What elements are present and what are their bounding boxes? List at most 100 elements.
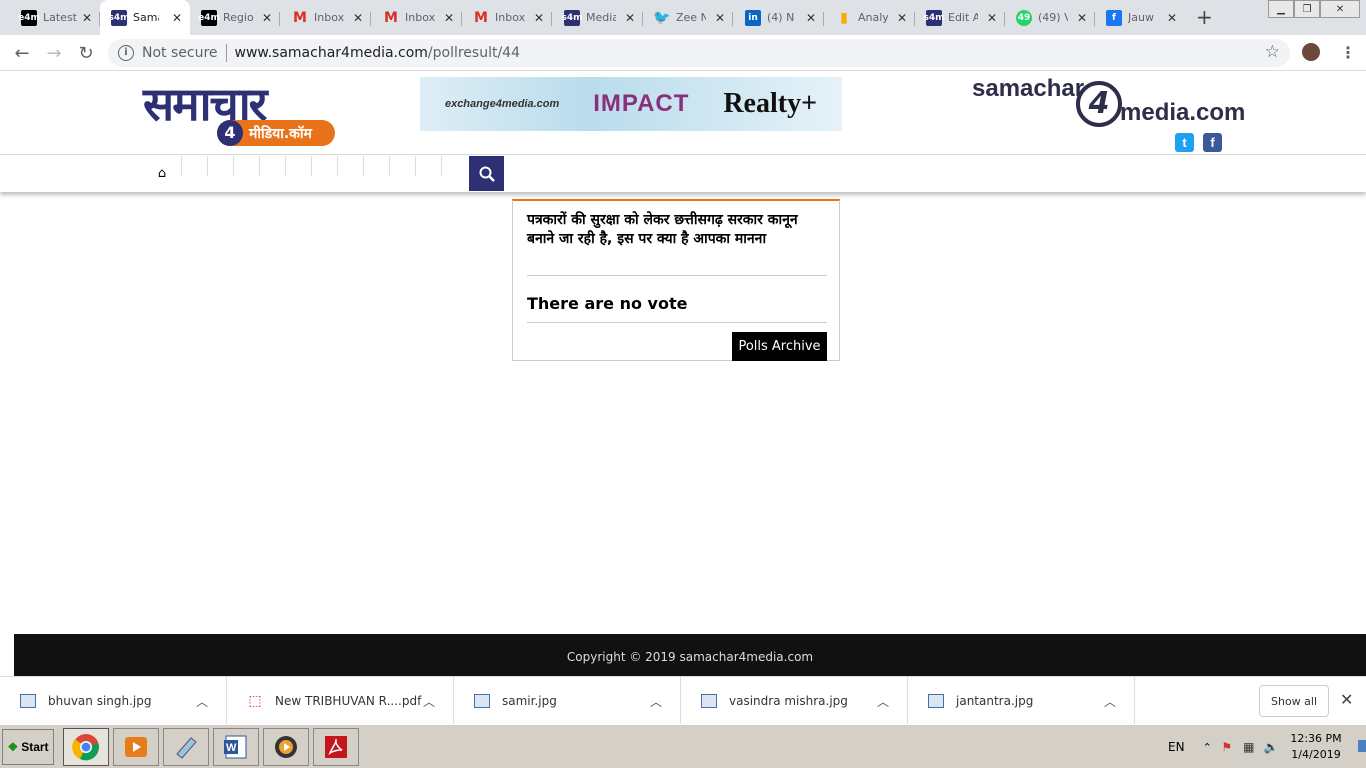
- browser-tab[interactable]: M Inbox ✕: [372, 4, 462, 31]
- close-icon[interactable]: ✕: [534, 11, 544, 25]
- notepad-taskbar-icon[interactable]: [163, 728, 209, 766]
- browser-tab[interactable]: in (4) N ✕: [734, 4, 824, 31]
- download-filename: New TRIBHUVAN R....pdf: [275, 694, 422, 708]
- download-item[interactable]: samir.jpg ︿: [454, 677, 681, 725]
- info-icon[interactable]: i: [118, 45, 134, 61]
- tab-title: (4) N: [767, 11, 795, 24]
- windows-taskbar: ❖ Start W EN ⌃ ⚑ ▦ 🔈 12:36 PM 1/4/2019: [0, 724, 1366, 768]
- poll-result-card: पत्रकारों की सुरक्षा को लेकर छत्तीसगढ़ स…: [512, 199, 840, 361]
- show-all-button[interactable]: Show all: [1259, 685, 1329, 717]
- download-item[interactable]: bhuvan singh.jpg ︿: [0, 677, 227, 725]
- copyright-text: Copyright © 2019 samachar4media.com: [566, 650, 814, 664]
- chevron-up-icon[interactable]: ︿: [877, 693, 889, 710]
- browser-tab[interactable]: M Inbox ✕: [281, 4, 371, 31]
- english-logo[interactable]: samachar 4 media.com: [970, 75, 1245, 131]
- minimize-icon[interactable]: ▁: [1268, 0, 1294, 18]
- close-icon[interactable]: ✕: [806, 11, 816, 25]
- close-icon[interactable]: ✕: [82, 11, 92, 25]
- windows-logo-icon: ❖: [7, 740, 19, 754]
- reload-icon[interactable]: ↻: [76, 43, 96, 64]
- show-desktop-icon[interactable]: [1358, 740, 1366, 752]
- address-bar[interactable]: i Not secure www.samachar4media.com /pol…: [108, 39, 1290, 67]
- whatsapp-icon: 49: [1016, 9, 1032, 26]
- browser-tab[interactable]: 49 (49) V ✕: [1005, 4, 1095, 31]
- pdf-file-icon: ⬚: [248, 693, 262, 709]
- search-button[interactable]: [469, 156, 504, 191]
- chevron-up-icon[interactable]: ︿: [650, 693, 662, 710]
- browser-tab[interactable]: s4m Media ✕: [553, 4, 643, 31]
- window-close-icon[interactable]: ✕: [1320, 0, 1360, 18]
- chevron-up-icon[interactable]: ︿: [196, 693, 208, 710]
- network-icon[interactable]: ▦: [1242, 740, 1256, 754]
- chevron-up-icon[interactable]: ︿: [423, 693, 435, 710]
- browser-tab[interactable]: 🐦 Zee N ✕: [643, 4, 733, 31]
- vlc-player-taskbar-icon[interactable]: [263, 728, 309, 766]
- image-file-icon: [474, 694, 490, 708]
- back-icon[interactable]: ←: [12, 43, 32, 64]
- hindi-logo[interactable]: समाचार मीडिया.कॉम 4: [143, 76, 338, 146]
- close-icon[interactable]: ✕: [444, 11, 454, 25]
- acrobat-taskbar-icon[interactable]: [313, 728, 359, 766]
- twitter-icon[interactable]: t: [1175, 133, 1194, 152]
- analytics-icon: ▮: [840, 9, 848, 26]
- security-label: Not secure: [142, 45, 218, 61]
- start-button[interactable]: ❖ Start: [2, 729, 54, 765]
- poll-result-text: There are no vote: [527, 294, 688, 313]
- gmail-icon: M: [293, 9, 307, 26]
- ad-banner[interactable]: exchange4media.com IMPACT Realty+: [420, 77, 842, 131]
- word-taskbar-icon[interactable]: W: [213, 728, 259, 766]
- clock[interactable]: 12:36 PM 1/4/2019: [1290, 731, 1342, 763]
- poll-question: पत्रकारों की सुरक्षा को लेकर छत्तीसगढ़ स…: [527, 212, 798, 247]
- close-icon[interactable]: ✕: [1077, 11, 1087, 25]
- svg-text:W: W: [226, 742, 237, 754]
- site-footer: Copyright © 2019 samachar4media.com: [14, 634, 1366, 676]
- browser-tab[interactable]: M Inbox ✕: [462, 4, 552, 31]
- volume-icon[interactable]: 🔈: [1264, 740, 1279, 754]
- main-nav: ⌂: [0, 156, 1366, 192]
- download-item[interactable]: ⬚ New TRIBHUVAN R....pdf ︿: [227, 677, 454, 725]
- close-icon[interactable]: ✕: [625, 11, 635, 25]
- show-hidden-icons-icon[interactable]: ⌃: [1203, 741, 1212, 754]
- download-item[interactable]: vasindra mishra.jpg ︿: [681, 677, 908, 725]
- download-item[interactable]: jantantra.jpg ︿: [908, 677, 1135, 725]
- home-icon[interactable]: ⌂: [152, 166, 172, 182]
- restore-icon[interactable]: ❐: [1294, 0, 1320, 18]
- download-filename: bhuvan singh.jpg: [48, 694, 152, 708]
- facebook-icon[interactable]: f: [1203, 133, 1222, 152]
- s4m-favicon-icon: s4m: [924, 9, 945, 26]
- polls-archive-button[interactable]: Polls Archive: [732, 332, 827, 361]
- close-icon[interactable]: ✕: [353, 11, 363, 25]
- close-icon[interactable]: ✕: [1167, 11, 1177, 25]
- banner-realty: Realty+: [723, 88, 818, 119]
- browser-tab[interactable]: e4mRegional ✕: [190, 4, 280, 31]
- close-icon[interactable]: ✕: [262, 11, 272, 25]
- kebab-menu-icon[interactable]: ⋮: [1340, 43, 1356, 62]
- image-file-icon: [20, 694, 36, 708]
- clock-time: 12:36 PM: [1290, 732, 1342, 745]
- close-icon[interactable]: ✕: [715, 11, 725, 25]
- close-icon[interactable]: ✕: [987, 11, 997, 25]
- browser-tab[interactable]: ▮ Analy ✕: [825, 4, 915, 31]
- logo-en-four: 4: [1076, 81, 1122, 127]
- bookmark-star-icon[interactable]: ☆: [1265, 42, 1280, 62]
- browser-tab[interactable]: f Jauw ✕: [1095, 4, 1185, 31]
- search-icon: [479, 166, 495, 182]
- close-icon[interactable]: ✕: [897, 11, 907, 25]
- action-center-icon[interactable]: ⚑: [1220, 740, 1234, 754]
- language-indicator[interactable]: EN: [1168, 740, 1185, 754]
- close-icon[interactable]: ✕: [172, 11, 182, 25]
- media-player-taskbar-icon[interactable]: [113, 728, 159, 766]
- tab-title: Inbox: [314, 11, 344, 24]
- close-downloads-icon[interactable]: ✕: [1340, 690, 1353, 709]
- url-host: www.samachar4media.com: [234, 45, 428, 61]
- browser-tab[interactable]: e4m Latest ✕: [10, 4, 100, 31]
- new-tab-icon[interactable]: +: [1196, 5, 1213, 29]
- browser-tab-active[interactable]: s4mSamachar ✕: [100, 0, 190, 35]
- tab-title: Media: [586, 11, 616, 24]
- logo-en-right: media.com: [1120, 99, 1246, 126]
- chrome-taskbar-icon[interactable]: [63, 728, 109, 766]
- profile-avatar[interactable]: [1302, 43, 1320, 61]
- chevron-up-icon[interactable]: ︿: [1104, 693, 1116, 710]
- forward-icon[interactable]: →: [44, 43, 64, 64]
- browser-tab[interactable]: s4m Edit A ✕: [915, 4, 1005, 31]
